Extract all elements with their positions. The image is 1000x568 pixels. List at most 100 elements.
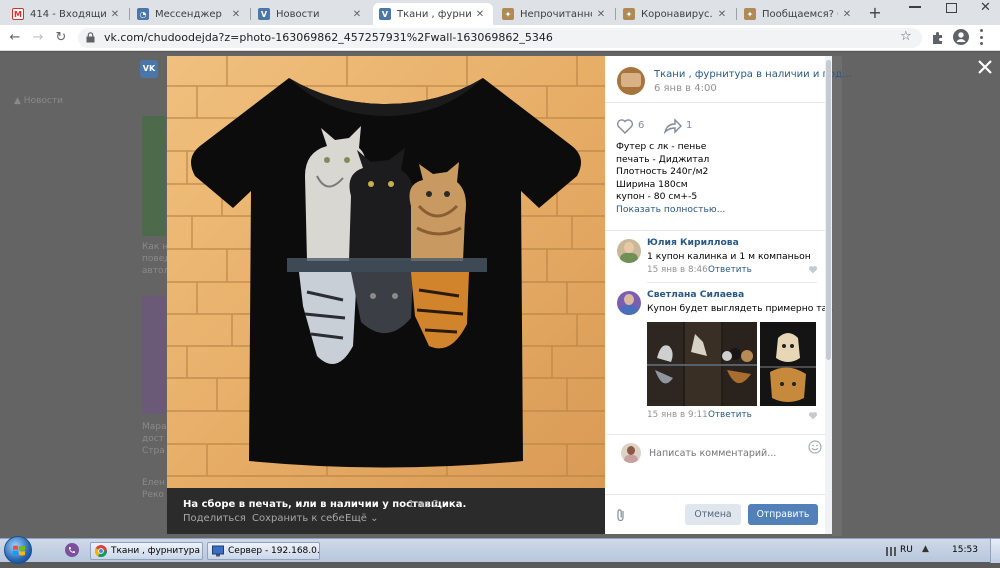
- commenter-name[interactable]: Светлана Силаева: [647, 289, 744, 300]
- tab-unread[interactable]: ✦ Непрочитанное - ✕: [496, 3, 614, 25]
- comment-input[interactable]: [649, 444, 805, 462]
- remote-desktop-icon: [212, 545, 224, 557]
- post-text-line: печать - Диджитал: [616, 153, 710, 165]
- close-tab-icon[interactable]: ✕: [715, 9, 729, 20]
- address-bar[interactable]: vk.com/chudoodejda?z=photo-163069862_457…: [78, 28, 922, 48]
- comment-attachment-image[interactable]: [647, 322, 757, 406]
- post-date[interactable]: 6 янв в 4:00: [654, 83, 717, 94]
- background-snippet: Стра: [142, 446, 165, 456]
- close-tab-icon[interactable]: ✕: [594, 9, 608, 20]
- post-text-line: Футер с лк - пенье: [616, 141, 707, 152]
- close-tab-icon[interactable]: ✕: [840, 9, 854, 20]
- background-scroll-area: [832, 56, 842, 536]
- forward-arrow-icon[interactable]: →: [29, 29, 47, 47]
- post-text-line: Ширина 180см: [616, 178, 688, 190]
- comment-date[interactable]: 15 янв в 8:46: [647, 265, 708, 275]
- reload-icon[interactable]: ↻: [52, 29, 70, 47]
- lock-icon: [86, 32, 95, 43]
- close-tab-icon[interactable]: ✕: [473, 9, 487, 20]
- language-indicator[interactable]: RU: [900, 545, 913, 555]
- tray-expand-icon[interactable]: ▲: [922, 544, 929, 554]
- start-button[interactable]: [4, 536, 32, 564]
- side-panel-scrollbar[interactable]: [825, 56, 832, 534]
- background-image: [142, 296, 166, 414]
- vk-icon: V: [258, 8, 270, 20]
- more-label: Ещё: [345, 513, 367, 524]
- commenter-avatar[interactable]: [617, 239, 641, 263]
- group-avatar[interactable]: [617, 67, 645, 95]
- reply-button[interactable]: Ответить: [708, 265, 752, 275]
- tab-chat[interactable]: ✦ Пообщаемся? О б ✕: [738, 3, 860, 25]
- tab-gmail[interactable]: M 414 - Входящие — ✕: [6, 3, 128, 25]
- taskbar-item-server[interactable]: Сервер - 192.168.0.1...: [207, 542, 320, 560]
- shares-count: 1: [686, 120, 693, 131]
- maximize-icon[interactable]: [946, 3, 957, 13]
- close-tab-icon[interactable]: ✕: [229, 9, 243, 20]
- save-to-album-button[interactable]: Сохранить к себе: [252, 513, 345, 524]
- tab-title: Ткани , фурнитура: [397, 8, 471, 20]
- viber-icon[interactable]: [64, 542, 80, 558]
- background-snippet: автол: [142, 266, 170, 276]
- background-snippet: Как н: [142, 242, 169, 252]
- attach-paperclip-icon[interactable]: [616, 508, 626, 522]
- close-window-icon[interactable]: ✕: [980, 0, 991, 15]
- tab-title: 414 - Входящие —: [30, 8, 106, 20]
- my-avatar[interactable]: [621, 443, 641, 463]
- vk-messenger-icon: ◔: [137, 8, 149, 20]
- profile-avatar-icon[interactable]: [953, 29, 969, 45]
- minimize-icon[interactable]: [909, 6, 921, 8]
- commenter-avatar[interactable]: [617, 291, 641, 315]
- keyboard-icon[interactable]: [886, 547, 896, 556]
- taskbar-item-chrome[interactable]: Ткани , фурнитура в...: [90, 542, 203, 560]
- post-text-line: купон - 80 см+-5: [616, 191, 698, 202]
- tab-messenger[interactable]: ◔ Мессенджер ✕: [131, 3, 249, 25]
- likes-count: 6: [638, 120, 645, 131]
- send-button[interactable]: Отправить: [748, 504, 818, 525]
- clock[interactable]: 15:53: [952, 545, 978, 555]
- taskbar-item-label: Ткани , фурнитура в...: [111, 546, 202, 556]
- comment-text: Купон будет выглядеть примерно так: [647, 303, 833, 314]
- windows-taskbar: Ткани , фурнитура в... Сервер - 192.168.…: [0, 536, 1000, 564]
- reply-button[interactable]: Ответить: [708, 410, 752, 420]
- background-snippet: Елен: [142, 478, 165, 488]
- post-author-link[interactable]: Ткани , фурнитура в наличии и под...: [654, 69, 852, 80]
- tab-fabrics[interactable]: V Ткани , фурнитура ✕: [373, 3, 493, 25]
- share-arrow-icon[interactable]: [663, 118, 683, 134]
- extensions-puzzle-icon[interactable]: [931, 31, 944, 44]
- vk-logo: VK: [140, 60, 158, 78]
- show-desktop-button[interactable]: [990, 539, 1000, 563]
- taskbar-item-label: Сервер - 192.168.0.1...: [228, 546, 320, 556]
- tab-title: Новости: [276, 8, 320, 20]
- more-button[interactable]: Ещё ⌄: [345, 513, 378, 524]
- comment-like-heart-icon[interactable]: [808, 411, 818, 420]
- bookmark-star-icon[interactable]: ☆: [900, 29, 912, 44]
- background-snippet: дост: [142, 434, 164, 444]
- emoji-smile-icon[interactable]: [808, 440, 822, 454]
- tab-title: Коронавирус. - Ст: [641, 8, 713, 20]
- background-image: [142, 116, 166, 236]
- commenter-name[interactable]: Юлия Кириллова: [647, 237, 739, 248]
- comment-attachment-image[interactable]: [760, 322, 816, 406]
- like-heart-icon[interactable]: [616, 118, 634, 134]
- photo-viewer-image[interactable]: [167, 56, 605, 488]
- new-tab-button[interactable]: +: [866, 4, 884, 22]
- photo-caption-bar: На сборе в печать, или в наличии у поста…: [167, 488, 605, 534]
- show-more-link[interactable]: Показать полностью...: [616, 204, 816, 217]
- tab-news[interactable]: V Новости ✕: [252, 3, 370, 25]
- close-tab-icon[interactable]: ✕: [108, 9, 122, 20]
- close-viewer-icon[interactable]: [976, 58, 994, 76]
- browser-toolbar: ← → ↻ vk.com/chudoodejda?z=photo-1630698…: [0, 25, 1000, 51]
- back-arrow-icon[interactable]: ←: [6, 29, 24, 47]
- url-text: vk.com/chudoodejda?z=photo-163069862_457…: [104, 31, 553, 44]
- cancel-button[interactable]: Отмена: [685, 504, 741, 525]
- comment-date[interactable]: 15 янв в 9:11: [647, 410, 708, 420]
- browser-tab-strip: M 414 - Входящие — ✕ ◔ Мессенджер ✕ V Но…: [0, 0, 1000, 25]
- close-tab-icon[interactable]: ✕: [350, 9, 364, 20]
- comment-text: 1 купон калинка и 1 м компаньон: [647, 251, 811, 262]
- post-text-line: Плотность 240г/м2: [616, 166, 709, 177]
- comment-like-heart-icon[interactable]: [808, 265, 818, 274]
- menu-kebab-icon[interactable]: [980, 29, 984, 45]
- tab-coronavirus[interactable]: ✦ Коронавирус. - Ст ✕: [617, 3, 735, 25]
- share-button[interactable]: Поделиться: [183, 513, 246, 524]
- goat-icon: ✦: [502, 8, 514, 20]
